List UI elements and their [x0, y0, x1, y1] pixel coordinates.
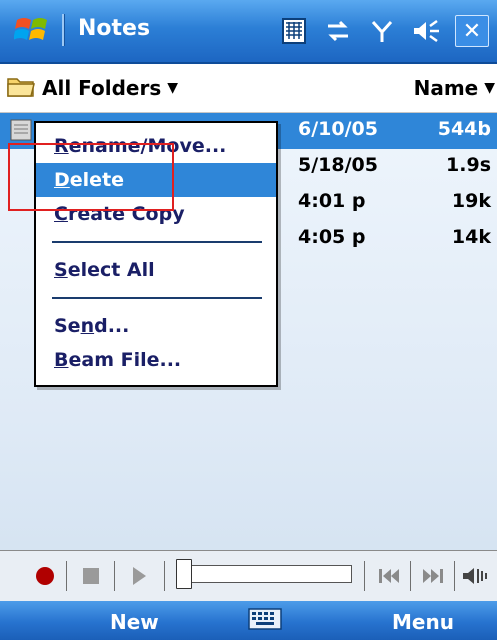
- row-date: 4:05 p: [298, 226, 366, 248]
- menu-separator: [52, 241, 262, 243]
- new-button[interactable]: New: [110, 610, 159, 634]
- toolbar-divider: [66, 561, 67, 591]
- playback-slider[interactable]: [182, 565, 352, 583]
- volume-icon[interactable]: [411, 16, 441, 46]
- sort-dropdown[interactable]: Name ▼: [414, 73, 495, 103]
- row-date: 5/18/05: [298, 154, 378, 176]
- annotation-highlight-box: [8, 143, 174, 211]
- menu-separator: [52, 297, 262, 299]
- row-size: 14k: [451, 226, 491, 248]
- folder-bar: All Folders ▼ Name ▼: [0, 64, 497, 113]
- connectivity-icon[interactable]: [323, 16, 353, 46]
- menu-item-select-all[interactable]: Select All: [36, 253, 276, 287]
- folder-icon: [6, 73, 36, 103]
- row-size: 544b: [437, 118, 491, 140]
- toolbar-divider: [364, 561, 365, 591]
- title-separator: [62, 14, 65, 46]
- skip-forward-icon[interactable]: [416, 560, 450, 592]
- sim-card-icon[interactable]: [279, 16, 309, 46]
- speaker-icon[interactable]: [458, 560, 492, 592]
- menu-item-beam-file[interactable]: Beam File...: [36, 343, 276, 377]
- soft-key-bar: New Menu: [0, 601, 497, 640]
- row-size: 1.9s: [446, 154, 491, 176]
- stop-icon[interactable]: [74, 560, 108, 592]
- folder-dropdown[interactable]: All Folders ▼: [6, 73, 178, 103]
- toolbar-divider: [164, 561, 165, 591]
- menu-item-label: Beam File...: [54, 349, 182, 371]
- row-size: 19k: [451, 190, 491, 212]
- keyboard-icon[interactable]: [248, 607, 282, 631]
- play-icon[interactable]: [122, 560, 156, 592]
- slider-thumb[interactable]: [176, 559, 192, 589]
- signal-icon[interactable]: [367, 16, 397, 46]
- folder-label: All Folders: [42, 76, 162, 100]
- skip-back-icon[interactable]: [372, 560, 406, 592]
- sort-label: Name: [413, 76, 479, 100]
- chevron-down-icon: ▼: [484, 80, 495, 96]
- audio-toolbar: [0, 550, 497, 602]
- windows-flag-icon[interactable]: [13, 12, 52, 48]
- row-date: 6/10/05: [298, 118, 378, 140]
- menu-item-send[interactable]: Send...: [36, 309, 276, 343]
- toolbar-divider: [114, 561, 115, 591]
- toolbar-divider: [454, 561, 455, 591]
- chevron-down-icon: ▼: [167, 80, 179, 96]
- close-icon[interactable]: ✕: [455, 15, 489, 47]
- row-date: 4:01 p: [298, 190, 366, 212]
- note-icon: [8, 117, 34, 143]
- system-tray: ✕: [279, 14, 489, 48]
- toolbar-divider: [410, 561, 411, 591]
- menu-item-label: Select All: [54, 259, 155, 281]
- menu-item-label: Send...: [54, 315, 130, 337]
- record-icon[interactable]: [28, 560, 62, 592]
- menu-button[interactable]: Menu: [392, 610, 454, 634]
- title-bar: Notes ✕: [0, 0, 497, 64]
- app-title: Notes: [78, 16, 151, 41]
